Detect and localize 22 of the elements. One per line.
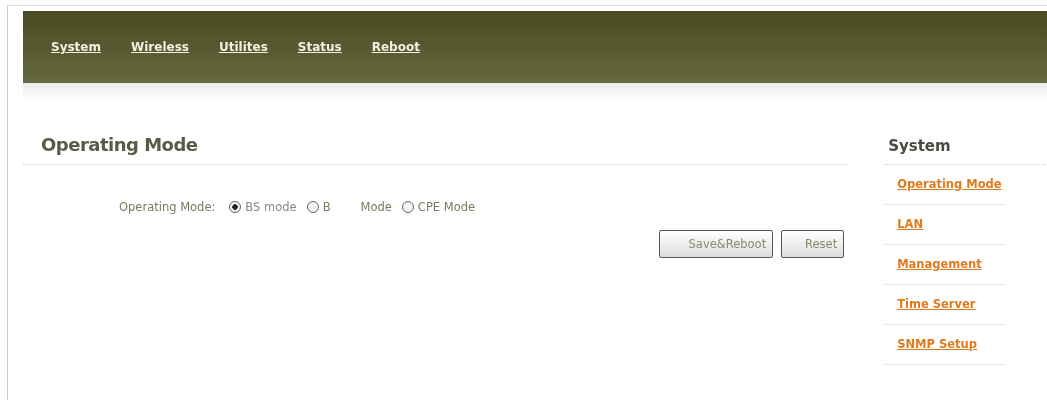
nav-link[interactable]: Reboot bbox=[371, 40, 420, 54]
sidebar-link[interactable]: Operating Mode bbox=[897, 177, 1002, 191]
reset-button[interactable]: Reset bbox=[781, 230, 845, 258]
sidebar-link[interactable]: Management bbox=[897, 257, 982, 271]
nav-link[interactable]: System bbox=[51, 40, 101, 54]
sidebar-link[interactable]: LAN bbox=[897, 217, 923, 231]
field-label: Operating Mode: bbox=[119, 200, 216, 214]
nav-link[interactable]: Wireless bbox=[131, 40, 189, 54]
sidebar-title: System bbox=[888, 137, 952, 157]
page-title: Operating Mode bbox=[41, 134, 199, 157]
nav-link[interactable]: Utilites bbox=[218, 40, 268, 54]
radio-button[interactable] bbox=[401, 201, 414, 213]
sidebar-link[interactable]: Time Server bbox=[897, 297, 976, 311]
save-reboot-button[interactable]: Save&Reboot bbox=[659, 230, 774, 258]
radio-label: Mode bbox=[360, 200, 392, 214]
radio-button[interactable] bbox=[229, 201, 242, 213]
sidebar-link[interactable]: SNMP Setup bbox=[897, 337, 977, 351]
radio-label: B bbox=[322, 200, 331, 214]
radio-button[interactable] bbox=[306, 201, 319, 213]
radio-label: BS mode bbox=[245, 200, 297, 214]
radio-label: CPE Mode bbox=[417, 200, 476, 214]
nav-link[interactable]: Status bbox=[297, 40, 342, 54]
